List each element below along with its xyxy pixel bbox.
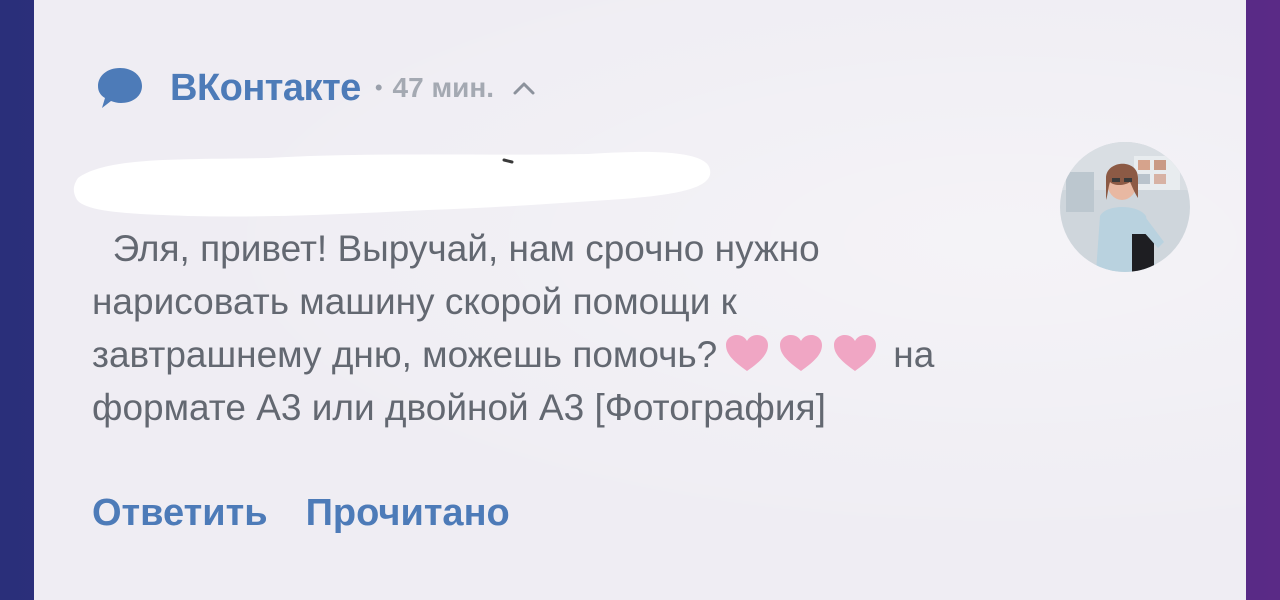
reply-button[interactable]: Ответить (92, 492, 268, 535)
notification-card[interactable]: ВКонтакте • 47 мин. Эля, привет! Выручай… (34, 0, 1246, 600)
header-separator: • (374, 75, 383, 100)
notification-time: 47 мин. (392, 72, 495, 103)
message-line-3: завтрашнему дню, можешь помочь? (92, 334, 718, 375)
heart-icon (726, 335, 769, 371)
mark-read-button[interactable]: Прочитано (306, 492, 510, 535)
message-line-3-end: на (893, 334, 935, 375)
chat-bubble-icon (98, 68, 142, 108)
chevron-up-icon[interactable] (512, 80, 536, 96)
heart-icon (834, 335, 877, 371)
notification-actions: Ответить Прочитано (92, 492, 510, 535)
heart-icon (780, 335, 823, 371)
notification-message: Эля, привет! Выручай, нам срочно нужно н… (92, 222, 1092, 434)
message-line-2: нарисовать машину скорой помощи к (92, 281, 737, 322)
notification-header: ВКонтакте • 47 мин. (96, 62, 536, 114)
message-line-1: Эля, привет! Выручай, нам срочно нужно (92, 228, 820, 269)
message-line-4: формате А3 или двойной А3 [Фотография] (92, 387, 826, 428)
app-name: ВКонтакте (170, 66, 361, 109)
redacted-sender-name (73, 151, 711, 217)
hearts-emoji-group (723, 333, 879, 373)
